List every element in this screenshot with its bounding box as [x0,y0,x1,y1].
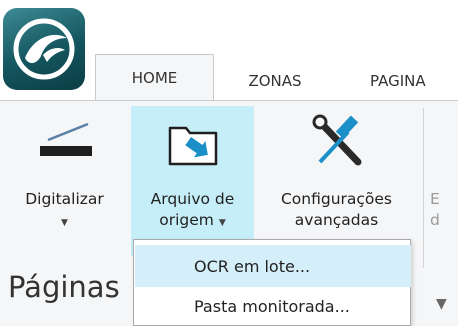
advanced-settings-label-line2: avançadas [294,211,379,229]
source-file-dropdown-menu: OCR em lote... Pasta monitorada... [133,239,411,326]
partial-button-label-line1: E [430,190,440,208]
scan-dropdown-caret[interactable]: ▼ [3,210,126,234]
tab-zonas[interactable]: ZONAS [226,62,324,100]
tab-home[interactable]: HOME [95,54,214,101]
source-file-label-line1: Arquivo de [150,190,235,208]
chevron-down-icon: ▼ [218,218,226,228]
eagle-logo-icon [13,18,75,80]
source-file-button[interactable]: Arquivo de origem ▼ [131,106,254,256]
menu-item-watched-folder[interactable]: Pasta monitorada... [135,285,411,326]
advanced-settings-label-line1: Configurações [280,190,393,208]
scanner-icon [39,122,92,156]
ribbon-group-separator [423,108,424,268]
tab-strip: HOME ZONAS PAGINA [0,0,458,101]
open-folder-icon [168,126,217,166]
scan-button-label: Digitalizar [25,190,104,208]
source-file-label-line2: origem ▼ [159,211,226,229]
partial-ribbon-button[interactable]: E d [430,106,458,256]
menu-item-batch-ocr[interactable]: OCR em lote... [135,245,411,287]
tab-pagina[interactable]: PAGINA [340,62,458,100]
scan-button[interactable]: Digitalizar ▼ [3,106,126,256]
partial-button-label-line2: d [430,211,440,229]
app-logo[interactable] [3,8,85,90]
advanced-settings-button[interactable]: Configurações avançadas [257,106,416,256]
wrench-screwdriver-icon [312,114,361,166]
pages-pane-title: Páginas [8,270,120,304]
chevron-down-icon[interactable]: ▼ [436,296,447,312]
